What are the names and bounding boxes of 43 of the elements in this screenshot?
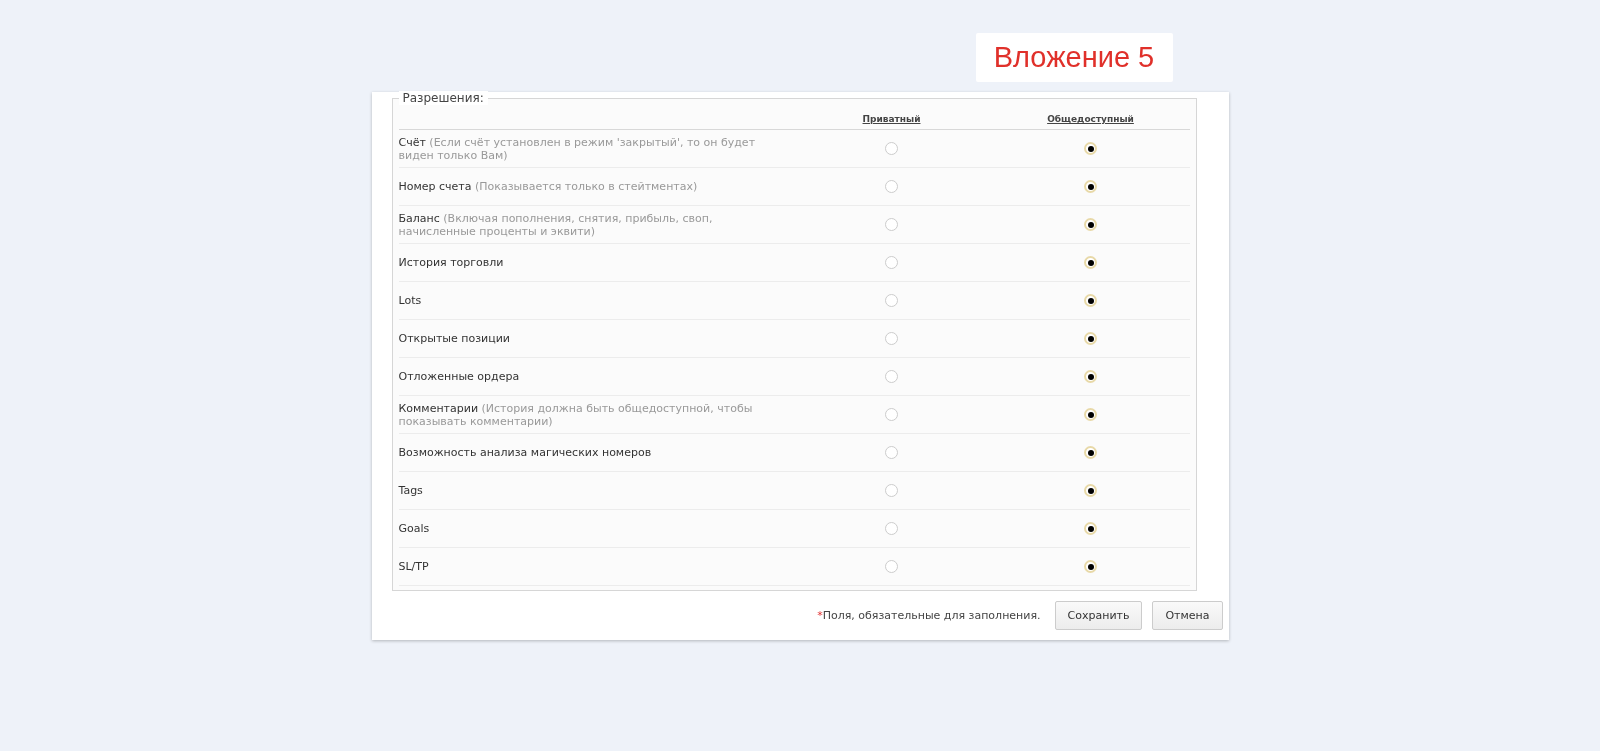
radio-button[interactable]	[1084, 256, 1097, 269]
save-button[interactable]: Сохранить	[1054, 601, 1143, 630]
permission-label: Открытые позиции	[398, 332, 510, 345]
radio-button[interactable]	[885, 256, 898, 269]
radio-button[interactable]	[1084, 142, 1097, 155]
radio-button[interactable]	[1084, 446, 1097, 459]
radio-button[interactable]	[885, 332, 898, 345]
radio-button[interactable]	[885, 484, 898, 497]
radio-button[interactable]	[885, 218, 898, 231]
permission-label: Комментарии (История должна быть общедоступной, чтобы показывать комментарии)	[398, 401, 753, 428]
radio-button[interactable]	[885, 522, 898, 535]
group-legend: Разрешения:	[398, 91, 488, 105]
permission-label: SL/TP	[398, 560, 429, 573]
permission-label: История торговли	[398, 256, 504, 269]
radio-button[interactable]	[1084, 522, 1097, 535]
permission-label: Счёт (Если счёт установлен в режим 'закрытый', то он будет виден только Вам)	[398, 135, 756, 162]
radio-button[interactable]	[885, 408, 898, 421]
radio-button[interactable]	[885, 180, 898, 193]
radio-button[interactable]	[885, 560, 898, 573]
radio-button[interactable]	[1084, 294, 1097, 307]
permission-label: Lots	[398, 294, 422, 307]
attachment-label: Вложение 5	[975, 33, 1173, 82]
radio-button[interactable]	[1084, 408, 1097, 421]
permission-label: Номер счета (Показывается только в стейтментах)	[398, 180, 698, 193]
permission-label: Goals	[398, 522, 430, 535]
permission-label: Отложенные ордера	[398, 370, 520, 383]
permission-label: Возможность анализа магических номеров	[398, 446, 652, 459]
radio-button[interactable]	[885, 294, 898, 307]
permission-label: Tags	[398, 484, 423, 497]
column-header: Общедоступный	[1047, 114, 1134, 124]
permission-label: Баланс (Включая пополнения, снятия, прибыль, своп, начисленные проценты и эквити)	[398, 211, 713, 238]
radio-button[interactable]	[1084, 560, 1097, 573]
radio-button[interactable]	[1084, 370, 1097, 383]
radio-button[interactable]	[1084, 218, 1097, 231]
radio-button[interactable]	[1084, 484, 1097, 497]
radio-button[interactable]	[1084, 180, 1097, 193]
required-note: *Поля, обязательные для заполнения.	[817, 609, 1041, 622]
radio-button[interactable]	[885, 370, 898, 383]
cancel-button[interactable]: Отмена	[1152, 601, 1223, 630]
radio-button[interactable]	[885, 142, 898, 155]
column-header: Приватный	[862, 114, 921, 124]
radio-button[interactable]	[1084, 332, 1097, 345]
radio-button[interactable]	[885, 446, 898, 459]
